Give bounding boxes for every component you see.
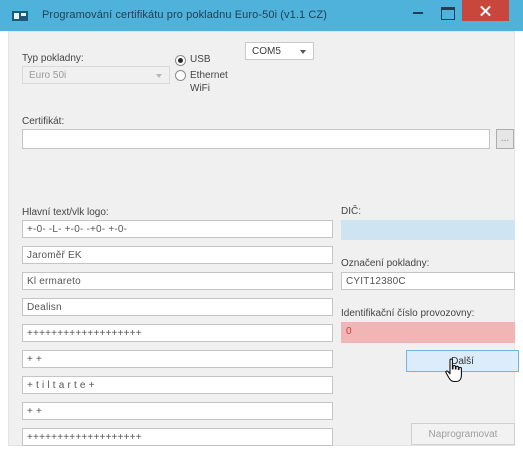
program-button-label: Naprogramovat [428,429,498,440]
dic-label: DIČ: [341,206,361,217]
header-line-6-value: + + [27,354,43,365]
header-line-3-input[interactable]: Kl ermareto [22,272,333,290]
header-text-label: Hlavní text/vlk logo: [22,207,109,218]
certificate-path-input[interactable] [22,129,490,149]
window-title: Programování certifikátu pro pokladnu Eu… [42,9,328,21]
cash-register-type-select[interactable]: Euro 50i [22,66,170,84]
usb-radio[interactable] [175,55,186,66]
header-line-7-input[interactable]: + t i l t a r t e + [22,376,333,394]
header-line-5-value: +++++++++++++++++++ [27,328,142,339]
header-line-7-value: + t i l t a r t e + [27,380,95,391]
header-line-1-input[interactable]: +-0- -L- +-0- -+0- +-0- [22,220,333,238]
header-line-4-value: Dealisn [27,302,62,313]
com-port-select[interactable]: COM5 [245,42,314,60]
maximize-button[interactable] [433,2,461,22]
device-label: Označení pokladny: [341,258,430,269]
header-line-8-value: + + [27,406,43,417]
program-button[interactable]: Naprogramovat [411,423,515,445]
hand-cursor-icon [445,358,462,383]
browse-button-label: ... [500,133,510,144]
device-id-input[interactable]: CYIT12380C [341,272,515,290]
chevron-down-icon [156,74,162,78]
wifi-label: Ethernet WiFi [190,70,228,94]
premises-label: Identifikační číslo provozovny: [341,308,475,319]
cash-register-type-label: Typ pokladny: [22,53,84,64]
cash-register-type-value: Euro 50i [29,70,67,81]
certificate-label: Certifikát: [22,116,65,127]
header-line-9-input[interactable]: +++++++++++++++++++ [22,428,333,446]
header-line-2-input[interactable]: Jaroměř EK [22,246,333,264]
chevron-down-icon [300,50,306,54]
header-line-4-input[interactable]: Dealisn [22,298,333,316]
wifi-radio[interactable] [175,70,186,81]
browse-button[interactable]: ... [496,129,514,149]
header-line-3-value: Kl ermareto [27,276,81,287]
minimize-button[interactable] [404,2,432,22]
premises-id-value: 0 [346,326,352,337]
com-port-value: COM5 [252,46,281,57]
header-line-1-value: +-0- -L- +-0- -+0- +-0- [27,224,128,235]
header-line-8-input[interactable]: + + [22,402,333,420]
header-line-6-input[interactable]: + + [22,350,333,368]
header-line-2-value: Jaroměř EK [27,250,82,261]
dic-input[interactable] [341,220,515,240]
dialog-body: Typ pokladny: Euro 50i USB Ethernet WiFi… [8,31,519,446]
close-button[interactable] [462,0,509,21]
header-line-9-value: +++++++++++++++++++ [27,432,142,443]
usb-label: USB [190,54,211,65]
title-bar: Programování certifikátu pro pokladnu Eu… [0,0,523,31]
header-line-5-input[interactable]: +++++++++++++++++++ [22,324,333,342]
device-id-value: CYIT12380C [346,276,406,287]
premises-id-input[interactable]: 0 [341,322,515,343]
app-icon [12,11,28,21]
